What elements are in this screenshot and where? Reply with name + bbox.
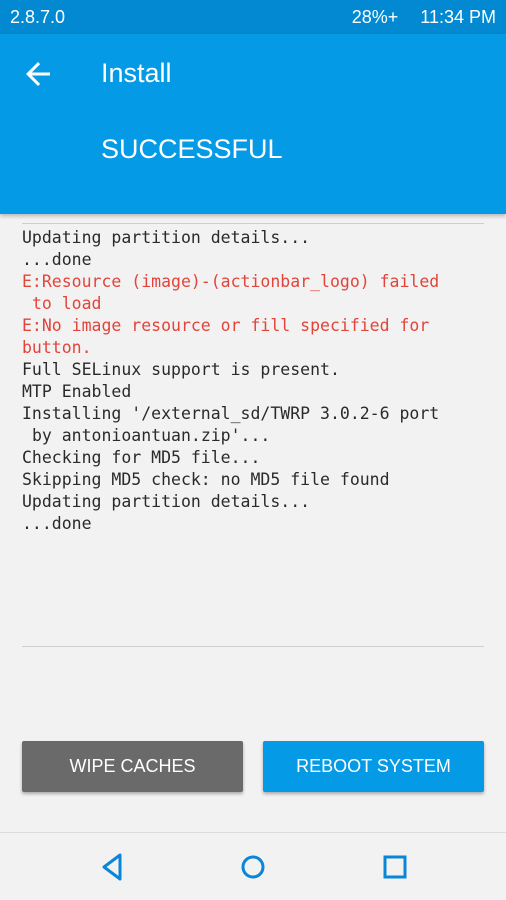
reboot-system-button[interactable]: REBOOT SYSTEM bbox=[263, 741, 484, 792]
console-line: Updating partition details... bbox=[22, 228, 311, 247]
install-result: SUCCESSFUL bbox=[101, 134, 283, 164]
arrow-left-icon[interactable] bbox=[20, 56, 56, 92]
triangle-back-icon[interactable] bbox=[95, 849, 131, 885]
console-line: MTP Enabled bbox=[22, 382, 132, 401]
console-line: Skipping MD5 check: no MD5 file found bbox=[22, 470, 390, 489]
console-line: ...done bbox=[22, 514, 92, 533]
battery-level: 28%+ bbox=[351, 6, 399, 27]
console-line: Installing '/external_sd/TWRP 3.0.2-6 po… bbox=[22, 404, 440, 445]
status-bar: 2.8.7.0 28%+ 11:34 PM bbox=[0, 0, 506, 34]
page-title: Install bbox=[101, 58, 172, 88]
header: Install SUCCESSFUL bbox=[0, 34, 506, 214]
console-line: Full SELinux support is present. bbox=[22, 360, 340, 379]
status-right: 28%+ 11:34 PM bbox=[352, 7, 496, 28]
circle-home-icon[interactable] bbox=[235, 849, 271, 885]
wipe-caches-button[interactable]: WIPE CACHES bbox=[22, 741, 243, 792]
console-bottom-divider bbox=[22, 646, 484, 647]
console-log[interactable]: Updating partition details... ...done E:Re… bbox=[22, 227, 484, 645]
clock: 11:34 PM bbox=[420, 6, 496, 27]
square-recents-icon[interactable] bbox=[377, 849, 413, 885]
console-error-line: E:No image resource or fill specified fo… bbox=[22, 316, 430, 357]
navigation-bar bbox=[0, 832, 506, 900]
version-label: 2.8.7.0 bbox=[10, 6, 66, 27]
console-line: Updating partition details... bbox=[22, 492, 311, 511]
console-line: Checking for MD5 file... bbox=[22, 448, 261, 467]
console-top-divider bbox=[22, 223, 484, 224]
console-error-line: E:Resource (image)-(actionbar_logo) fail… bbox=[22, 272, 440, 313]
console-line: ...done bbox=[22, 250, 92, 269]
